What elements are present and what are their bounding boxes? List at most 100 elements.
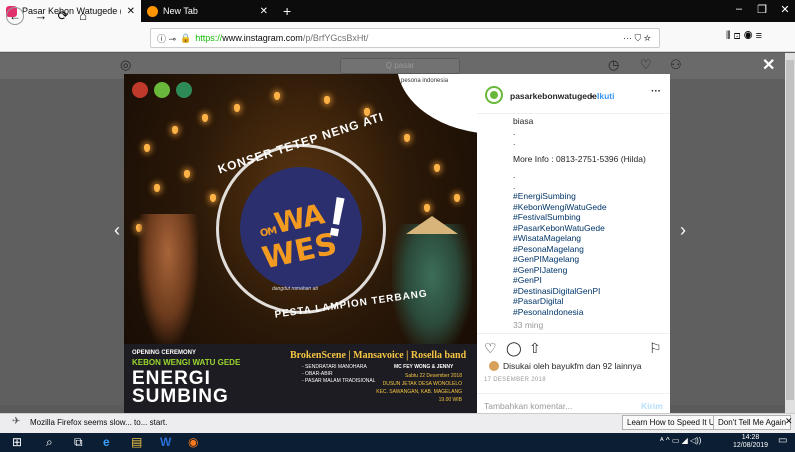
post-caption: biasa . . More Info : 0813-2751-5396 (Hi… — [513, 116, 663, 317]
lantern — [144, 144, 150, 152]
caption-line: More Info : 0813-2751-5396 (Hilda) — [513, 153, 646, 164]
liker-avatar — [489, 361, 499, 371]
hashtag-link[interactable]: #GenPI — [513, 275, 663, 286]
task-view-icon[interactable]: ⧉ — [74, 435, 83, 450]
explore-compass-icon[interactable]: ◷ — [608, 57, 619, 73]
new-tab-button[interactable]: + — [283, 3, 291, 19]
instagram-logo-icon[interactable]: ◎ — [120, 57, 131, 73]
comment-post-button[interactable]: Kirim — [641, 401, 663, 411]
file-explorer-icon[interactable]: ▤ — [131, 435, 142, 449]
word-icon[interactable]: W — [160, 435, 171, 449]
poster-kebon-text: KEBON WENGI WATU GEDE — [132, 358, 241, 367]
hashtag-link[interactable]: #PasarKebonWatuGede — [513, 223, 663, 234]
caption-line: . — [513, 126, 516, 137]
previous-post-arrow-icon[interactable]: ‹ — [114, 220, 120, 241]
toolbar-right-icons[interactable]: ⫴ ⊡ ◉ ≡ — [726, 30, 762, 43]
separator-dot: • — [590, 91, 593, 101]
caption-time-ago: 33 ming — [513, 320, 544, 330]
like-heart-icon[interactable]: ♡ — [484, 340, 497, 357]
search-icon[interactable]: ⌕ — [46, 435, 53, 450]
hashtag-link[interactable]: #KebonWengiWatuGede — [513, 202, 663, 213]
url-host: www.instagram.com — [222, 33, 303, 43]
poster-bands-text: BrokenScene | Mansavoice | Rosella band — [290, 350, 467, 361]
window-close-button[interactable]: ✕ — [773, 3, 795, 16]
poster-date: Sabtu 22 Desember 2018 — [405, 373, 462, 379]
system-tray-icons[interactable]: ᴬ ^ ▭ ◢ ◁)) — [660, 436, 701, 445]
scrollbar-thumb[interactable] — [786, 60, 794, 400]
post-image[interactable]: pesona indonesia KONSER TETEP NENG ATI O… — [124, 74, 477, 414]
reload-button[interactable]: ⟳ — [54, 7, 72, 25]
next-post-arrow-icon[interactable]: › — [680, 220, 686, 241]
notification-close-icon[interactable]: ✕ — [785, 416, 793, 427]
desa-logo-icon — [176, 82, 192, 98]
lantern — [324, 96, 330, 104]
hashtag-link[interactable]: #PesonaMagelang — [513, 244, 663, 255]
hashtag-link[interactable]: #FestivalSumbing — [513, 212, 663, 223]
caption-line: biasa — [513, 116, 534, 126]
liked-by-label: Disukai oleh bayukfm dan 92 lainnya — [503, 361, 642, 371]
edge-browser-icon[interactable]: e — [103, 435, 110, 449]
lantern — [234, 104, 240, 112]
tab-close-icon[interactable]: ✕ — [260, 6, 268, 17]
poster-mc-text: MC FEY WONG & JENNY — [394, 364, 454, 370]
search-input[interactable]: Q pasar — [340, 58, 460, 74]
profile-user-icon[interactable]: ⚇ — [670, 57, 682, 73]
follow-button[interactable]: Ikuti — [597, 91, 614, 101]
action-center-icon[interactable]: ▭ — [778, 435, 787, 446]
profile-avatar[interactable] — [485, 86, 503, 104]
lantern — [424, 204, 430, 212]
hashtag-link[interactable]: #WisataMagelang — [513, 233, 663, 244]
hashtag-link[interactable]: #PesonaIndonesia — [513, 307, 663, 318]
dont-tell-again-button[interactable]: Don't Tell Me Again — [713, 415, 792, 430]
lock-icon: 🔒 — [180, 32, 192, 43]
hashtag-link[interactable]: #EnergiSumbing — [513, 191, 663, 202]
page-actions-icon[interactable]: ··· ⛉ ☆ — [623, 33, 651, 44]
poster-venue: DUSUN JETAK DESA WONOLELO — [382, 381, 462, 387]
learn-speed-button[interactable]: Learn How to Speed It Up — [622, 415, 725, 430]
home-button[interactable]: ⌂ — [74, 7, 92, 25]
poster-act: - OBAR-ABIR — [302, 371, 333, 377]
liked-by-text[interactable]: Disukai oleh bayukfm dan 92 lainnya — [489, 361, 641, 371]
modal-close-button[interactable]: ✕ — [762, 55, 775, 75]
share-icon[interactable]: ⇧ — [529, 340, 541, 357]
post-username[interactable]: pasarkebonwatugede — [510, 91, 597, 101]
poster-time: 19.00 WIB — [438, 397, 462, 403]
maximize-button[interactable]: ❐ — [750, 3, 774, 16]
sponsor-logos — [132, 82, 192, 98]
hashtag-link[interactable]: #DestinasiDigitalGenPI — [513, 286, 663, 297]
minimize-button[interactable]: – — [727, 3, 751, 15]
lantern — [274, 92, 280, 100]
comment-input[interactable]: Tambahkan komentar... — [484, 401, 572, 411]
url-scheme: https:// — [195, 33, 223, 43]
firefox-icon[interactable]: ◉ — [188, 435, 198, 449]
windows-start-icon[interactable]: ⊞ — [12, 435, 22, 449]
sumbing-word: SUMBING — [132, 386, 229, 407]
activity-heart-icon[interactable]: ♡ — [640, 57, 652, 73]
tab-close-icon[interactable]: ✕ — [127, 6, 135, 17]
hashtag-link[interactable]: #PasarDigital — [513, 296, 663, 307]
poster-acts-list: - SENDRATARI MANOHARA - OBAR-ABIR - PASA… — [302, 364, 375, 385]
post-options-icon[interactable]: ··· — [651, 86, 661, 97]
firefox-favicon-icon — [147, 5, 158, 17]
comment-bubble-icon[interactable]: ◯ — [506, 340, 522, 357]
poster-opening-text: OPENING CEREMONY — [132, 350, 197, 356]
tab-new-tab[interactable]: New Tab ✕ — [141, 0, 274, 22]
save-bookmark-icon[interactable]: ⚐ — [649, 340, 662, 357]
hashtag-link[interactable]: #GenPIJateng — [513, 265, 663, 276]
forward-button[interactable]: → — [32, 7, 50, 25]
poster-schedule: Sabtu 22 Desember 2018 DUSUN JETAK DESA … — [372, 372, 462, 404]
post-date: 17 DESEMBER 2018 — [484, 377, 546, 383]
poster-district: KEC. SAWANGAN, KAB. MAGELANG — [376, 389, 462, 395]
notification-message: Mozilla Firefox seems slow... to... star… — [30, 418, 168, 427]
hashtag-link[interactable]: #GenPIMagelang — [513, 254, 663, 265]
tab-title: New Tab — [163, 6, 198, 16]
lantern — [454, 194, 460, 202]
url-bar[interactable]: ⓘ ⊸ 🔒 https:// www.instagram.com /p/BrfY… — [150, 28, 660, 48]
lantern — [434, 164, 440, 172]
back-button[interactable]: ← — [6, 7, 24, 25]
rocket-icon: ✈ — [12, 416, 21, 427]
taskbar-clock[interactable]: 14:28 12/08/2019 — [733, 434, 768, 450]
lantern — [184, 170, 190, 178]
lantern — [210, 194, 216, 202]
site-info-icon[interactable]: ⓘ ⊸ — [157, 32, 176, 45]
